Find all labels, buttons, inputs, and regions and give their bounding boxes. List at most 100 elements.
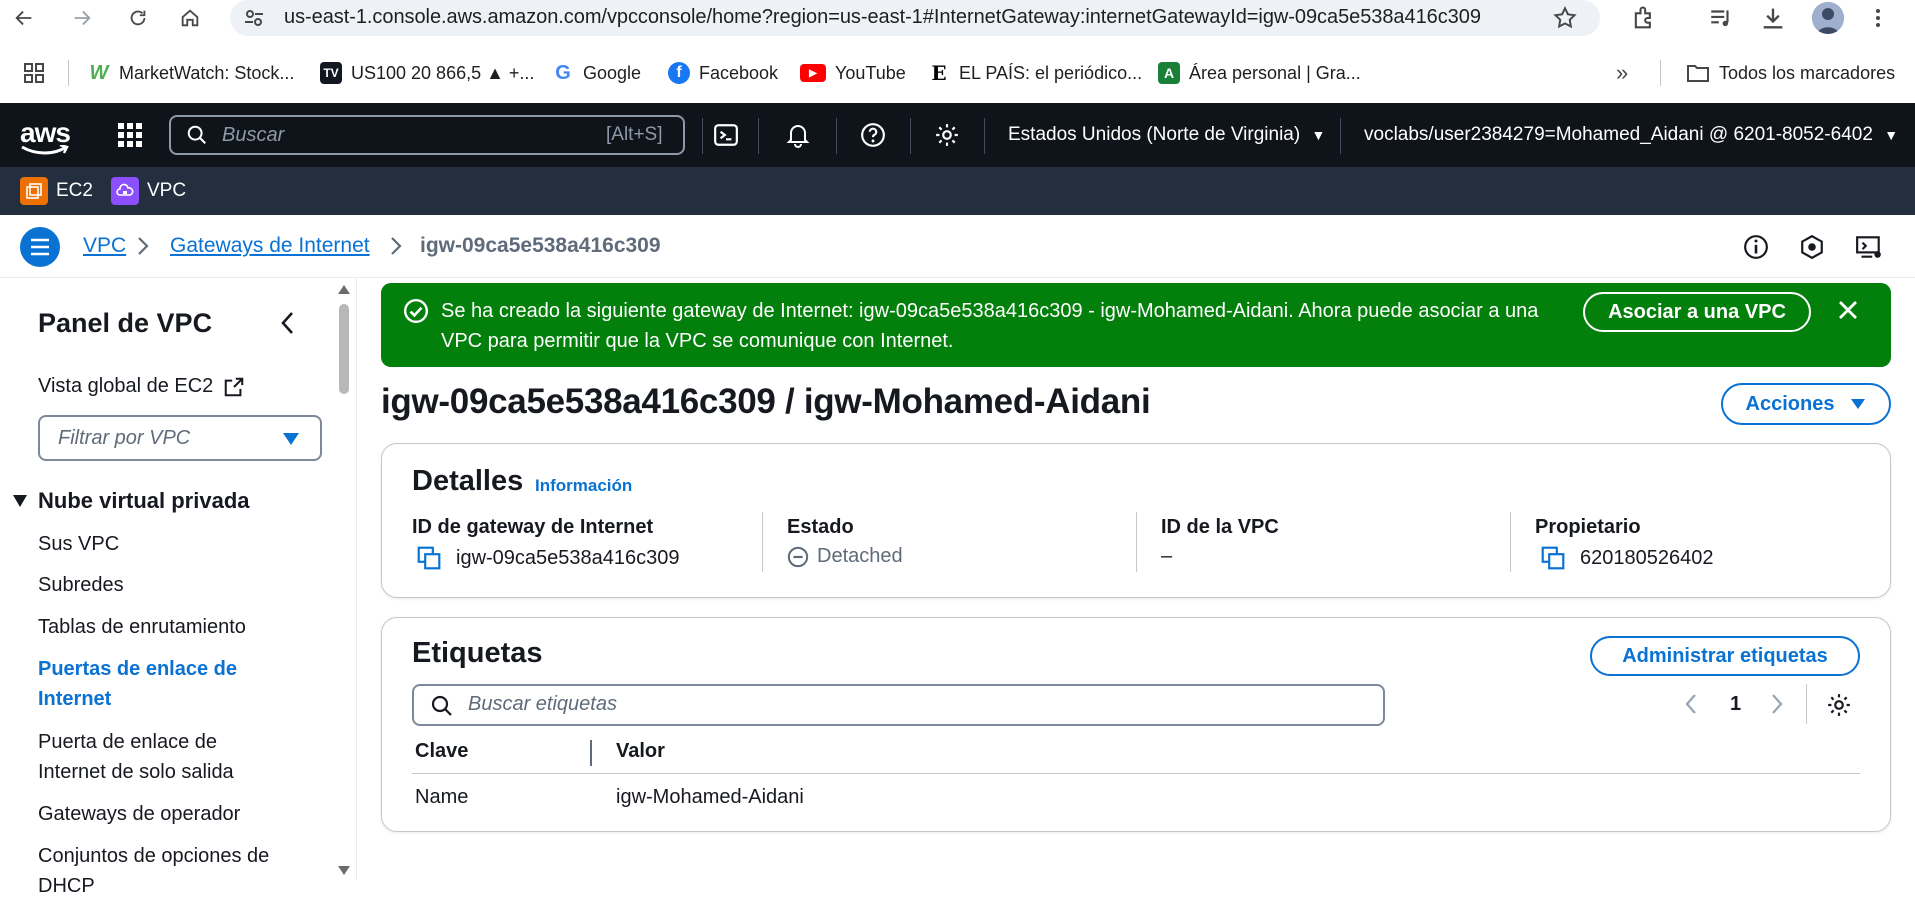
back-icon[interactable] — [10, 4, 38, 32]
pagination-current-page[interactable]: 1 — [1730, 693, 1741, 716]
bookmark-elpais[interactable]: E EL PAÍS: el periódico... — [928, 60, 1142, 86]
info-circle-icon[interactable] — [1741, 232, 1771, 262]
services-grid-icon[interactable] — [114, 119, 146, 151]
forward-icon[interactable] — [68, 4, 96, 32]
site-info-icon[interactable] — [242, 6, 266, 30]
section-toggle-vpc[interactable]: Nube virtual privada — [12, 488, 250, 514]
sidebar-item-carrier-gateways[interactable]: Gateways de operador — [38, 799, 298, 829]
column-header-value[interactable]: Valor — [616, 740, 665, 763]
collapse-sidebar-chevron-icon[interactable] — [278, 310, 298, 336]
nav-divider — [836, 118, 837, 154]
breadcrumb-current: igw-09ca5e538a416c309 — [420, 234, 661, 257]
all-bookmarks-label: Todos los marcadores — [1719, 62, 1896, 83]
caret-down-icon: ▼ — [1884, 127, 1899, 143]
table-settings-gear-icon[interactable] — [1826, 692, 1852, 718]
vpc-id-label: ID de la VPC — [1161, 516, 1279, 538]
aws-logo[interactable]: aws — [20, 117, 71, 155]
side-nav-toggle-button[interactable] — [20, 227, 60, 267]
details-heading: Detalles — [412, 465, 524, 497]
bookmark-label: Área personal | Gra... — [1189, 62, 1361, 83]
breadcrumb-vpc-link[interactable]: VPC — [83, 234, 126, 258]
reload-icon[interactable] — [124, 4, 152, 32]
tags-heading: Etiquetas — [412, 637, 543, 669]
area-personal-icon: A — [1158, 62, 1180, 84]
nav-divider — [984, 118, 985, 154]
tutorial-panel-icon[interactable] — [1854, 232, 1884, 262]
sidebar-item-subnets[interactable]: Subredes — [38, 570, 298, 600]
aws-search-placeholder: Buscar — [222, 124, 285, 146]
url-text[interactable]: us-east-1.console.aws.amazon.com/vpccons… — [284, 6, 1481, 29]
bookmark-area-personal[interactable]: A Área personal | Gra... — [1158, 60, 1361, 86]
owner-text: 620180526402 — [1580, 546, 1714, 569]
tags-search-placeholder: Buscar etiquetas — [468, 693, 617, 715]
sidebar-title: Panel de VPC — [38, 308, 213, 338]
bookmark-label: MarketWatch: Stock... — [119, 62, 295, 83]
page-title: igw-09ca5e538a416c309 / igw-Mohamed-Aida… — [381, 382, 1151, 421]
youtube-icon: ▶ — [800, 64, 826, 82]
star-icon[interactable] — [1552, 5, 1578, 31]
settings-gear-icon[interactable] — [931, 119, 963, 151]
home-icon[interactable] — [176, 4, 204, 32]
more-bookmarks-icon[interactable]: » — [1616, 60, 1628, 86]
notifications-hexagon-icon[interactable] — [1797, 232, 1827, 262]
hamburger-icon — [31, 238, 49, 256]
column-divider — [1136, 512, 1137, 572]
notifications-bell-icon[interactable] — [782, 119, 814, 151]
pagination-divider — [1806, 684, 1807, 724]
column-header-key[interactable]: Clave — [415, 740, 468, 763]
bookmark-marketwatch[interactable]: W MarketWatch: Stock... — [88, 60, 295, 86]
actions-dropdown-button[interactable]: Acciones — [1721, 383, 1891, 425]
bookmark-label: US100 20 866,5 ▲ +... — [351, 62, 535, 83]
section-label: Nube virtual privada — [38, 488, 250, 513]
help-icon[interactable] — [857, 119, 889, 151]
ec2-global-view-link[interactable]: Vista global de EC2 — [38, 375, 245, 398]
close-icon[interactable] — [1836, 298, 1860, 322]
bookmark-facebook[interactable]: f Facebook — [668, 60, 778, 86]
browser-menu-icon[interactable] — [1872, 6, 1884, 30]
download-icon[interactable] — [1759, 4, 1787, 32]
media-icon[interactable] — [1708, 5, 1734, 31]
service-shortcut-ec2[interactable]: EC2 — [20, 176, 93, 206]
sidebar-item-dhcp-option-sets[interactable]: Conjuntos de opciones de DHCP — [38, 841, 298, 901]
state-text: Detached — [817, 545, 903, 567]
owner-label: Propietario — [1535, 516, 1641, 538]
elpais-icon: E — [931, 61, 947, 85]
owner-value: 620180526402 — [1540, 545, 1713, 571]
sidebar-scrollbar[interactable] — [336, 280, 352, 880]
sidebar-item-route-tables[interactable]: Tablas de enrutamiento — [38, 612, 298, 642]
extensions-icon[interactable] — [1630, 4, 1658, 32]
copy-icon[interactable] — [416, 545, 442, 571]
pagination-prev-icon[interactable] — [1684, 693, 1698, 715]
all-bookmarks[interactable]: Todos los marcadores — [1686, 60, 1895, 86]
breadcrumb-chevron-icon — [390, 236, 402, 256]
aws-search-shortcut: [Alt+S] — [606, 124, 663, 145]
copy-icon[interactable] — [1540, 545, 1566, 571]
attach-to-vpc-button[interactable]: Asociar a una VPC — [1583, 292, 1811, 332]
column-divider — [762, 512, 763, 572]
caret-down-icon — [1851, 399, 1866, 409]
breadcrumb-gateways-link[interactable]: Gateways de Internet — [170, 234, 370, 258]
region-selector[interactable]: Estados Unidos (Norte de Virginia) ▼ — [1008, 124, 1325, 146]
bookmarks-divider — [68, 60, 69, 86]
manage-tags-button[interactable]: Administrar etiquetas — [1590, 636, 1860, 676]
sidebar-item-egress-only-gateways[interactable]: Puerta de enlace de Internet de solo sal… — [38, 727, 278, 787]
success-check-icon — [403, 298, 429, 324]
info-link[interactable]: Información — [535, 476, 632, 496]
state-value: Detached — [787, 545, 903, 568]
bookmark-youtube[interactable]: ▶ YouTube — [800, 60, 906, 86]
account-menu[interactable]: voclabs/user2384279=Mohamed_Aidani @ 620… — [1364, 124, 1898, 146]
profile-avatar[interactable] — [1812, 2, 1844, 34]
bookmark-google[interactable]: G Google — [552, 60, 641, 86]
nav-divider — [702, 118, 703, 154]
apps-grid-icon[interactable] — [22, 61, 46, 85]
igw-id-text: igw-09ca5e538a416c309 — [456, 546, 680, 569]
bookmark-label: Google — [583, 62, 642, 83]
cloudshell-icon[interactable] — [710, 119, 742, 151]
pagination-next-icon[interactable] — [1770, 693, 1784, 715]
bookmark-tradingview[interactable]: TV US100 20 866,5 ▲ +... — [320, 60, 534, 86]
service-shortcut-vpc[interactable]: VPC — [111, 176, 186, 206]
igw-id-value: igw-09ca5e538a416c309 — [416, 545, 680, 571]
sidebar-item-vpcs[interactable]: Sus VPC — [38, 529, 298, 559]
sidebar-item-internet-gateways[interactable]: Puertas de enlace de Internet — [38, 654, 278, 714]
column-resizer[interactable] — [590, 740, 592, 766]
